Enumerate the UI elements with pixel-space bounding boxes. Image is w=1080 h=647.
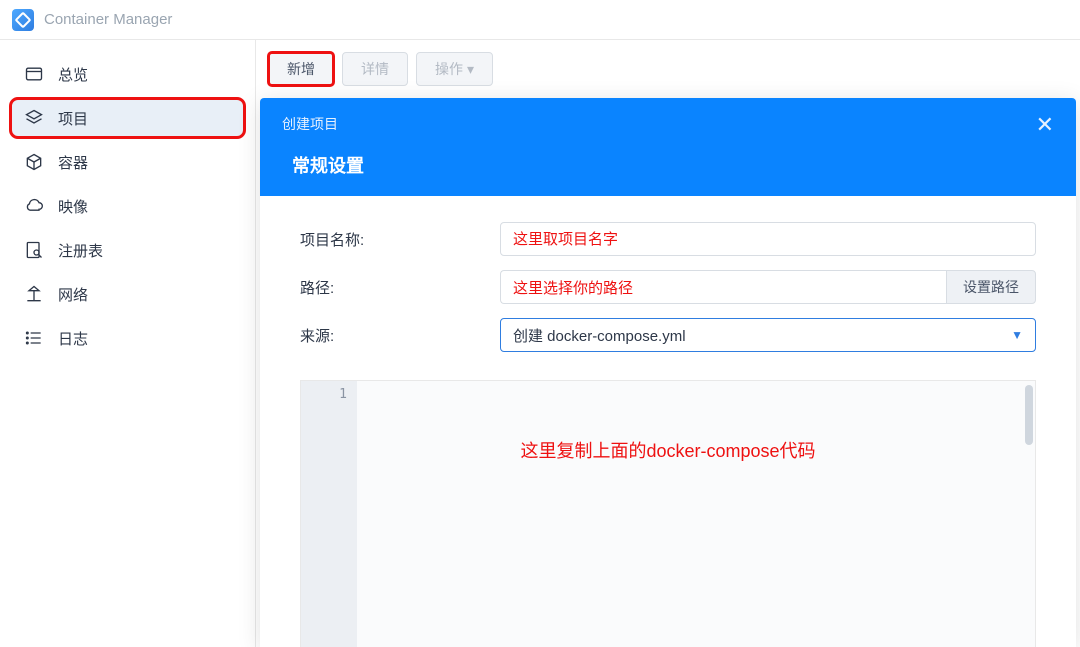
app-title: Container Manager [44,11,172,28]
close-icon[interactable]: ✕ [1036,114,1054,136]
toolbar: 新增 详情 操作 ▾ [268,52,1068,86]
dashboard-icon [24,64,44,84]
scrollbar-thumb[interactable] [1025,385,1033,445]
source-label: 来源: [300,325,500,346]
create-project-modal: 创建项目 ✕ 常规设置 项目名称: 路径: 这里选择你的路径 设置路径 来源: [260,98,1076,647]
sidebar-item-label: 网络 [58,284,88,305]
code-editor[interactable]: 1 这里复制上面的docker-compose代码 [300,380,1036,647]
cube-icon [24,152,44,172]
editor-annotation: 这里复制上面的docker-compose代码 [520,437,815,463]
main-area: 新增 详情 操作 ▾ 创建项目 ✕ 常规设置 项目名称: [256,40,1080,647]
sidebar-item-label: 注册表 [58,240,103,261]
app-header: Container Manager [0,0,1080,40]
sidebar-item-label: 总览 [58,64,88,85]
detail-button[interactable]: 详情 [342,52,408,86]
sidebar-item-containers[interactable]: 容器 [10,142,245,182]
chevron-down-icon: ▾ [467,61,474,78]
sidebar-item-label: 映像 [58,196,88,217]
action-menu-label: 操作 [435,59,463,79]
sidebar-item-logs[interactable]: 日志 [10,318,245,358]
sidebar-item-label: 日志 [58,328,88,349]
cloud-icon [24,196,44,216]
list-icon [24,328,44,348]
sidebar-item-projects[interactable]: 项目 [10,98,245,138]
modal-body: 项目名称: 路径: 这里选择你的路径 设置路径 来源: 创建 docker-co… [260,196,1076,647]
project-name-input[interactable] [500,222,1036,256]
network-icon [24,284,44,304]
editor-code-area[interactable] [357,381,1035,647]
sidebar-item-network[interactable]: 网络 [10,274,245,314]
source-select[interactable]: 创建 docker-compose.yml ▼ [500,318,1036,352]
action-menu-button[interactable]: 操作 ▾ [416,52,493,86]
sidebar: 总览 项目 容器 映像 注册表 网络 日志 [0,40,256,647]
path-label: 路径: [300,277,500,298]
search-doc-icon [24,240,44,260]
app-logo-icon [12,9,34,31]
modal-header: 创建项目 ✕ 常规设置 [260,98,1076,196]
layers-icon [24,108,44,128]
sidebar-item-overview[interactable]: 总览 [10,54,245,94]
path-display: 这里选择你的路径 [500,270,946,304]
dropdown-arrow-icon: ▼ [1011,328,1023,342]
modal-title: 创建项目 [282,114,338,134]
sidebar-item-images[interactable]: 映像 [10,186,245,226]
sidebar-item-registry[interactable]: 注册表 [10,230,245,270]
modal-section-title: 常规设置 [282,136,1054,196]
project-name-label: 项目名称: [300,229,500,250]
sidebar-item-label: 容器 [58,152,88,173]
new-button[interactable]: 新增 [268,52,334,86]
line-number: 1 [311,387,347,402]
sidebar-item-label: 项目 [58,108,88,129]
set-path-button[interactable]: 设置路径 [946,270,1036,304]
editor-gutter: 1 [301,381,357,647]
source-selected-value: 创建 docker-compose.yml [513,325,686,346]
